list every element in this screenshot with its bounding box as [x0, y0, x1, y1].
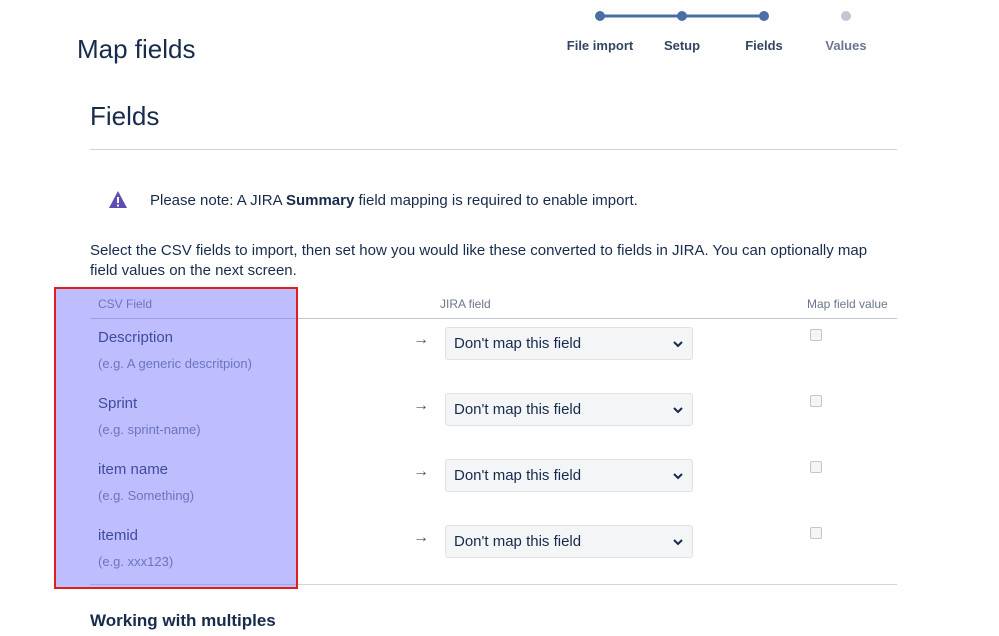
- subsection-title: Working with multiples: [90, 611, 276, 630]
- jira-field-select[interactable]: Don't map this field: [445, 393, 693, 426]
- arrow-icon: →: [413, 463, 429, 480]
- chevron-down-icon: [673, 341, 683, 348]
- step-fields: Fields: [745, 38, 783, 53]
- select-value: Don't map this field: [454, 401, 582, 418]
- step-dot-setup: [677, 11, 687, 21]
- arrow-icon: →: [413, 529, 429, 546]
- step-dot-values: [841, 11, 851, 21]
- stepper-track: [595, 11, 851, 21]
- header-jira-field: JIRA field: [440, 297, 491, 311]
- select-value: Don't map this field: [454, 467, 582, 484]
- page-title: Map fields: [77, 34, 196, 64]
- select-value: Don't map this field: [454, 533, 582, 550]
- map-field-value-checkbox[interactable]: [810, 329, 822, 341]
- header-map-field-value: Map field value: [807, 297, 888, 311]
- warning-icon: [109, 191, 127, 208]
- arrow-icon: →: [413, 331, 429, 348]
- step-dot-fields: [759, 11, 769, 21]
- step-file-import: File import: [566, 38, 634, 53]
- step-setup: Setup: [663, 38, 701, 53]
- jira-field-select[interactable]: Don't map this field: [445, 525, 693, 558]
- jira-field-select[interactable]: Don't map this field: [445, 327, 693, 360]
- chevron-down-icon: [673, 473, 683, 480]
- section-title: Fields: [90, 101, 160, 131]
- csv-field-highlight-box: [54, 287, 298, 589]
- step-dot-file-import: [595, 11, 605, 21]
- jira-field-select[interactable]: Don't map this field: [445, 459, 693, 492]
- required-note: Please note: A JIRA Summary field mappin…: [108, 190, 638, 210]
- map-field-value-checkbox[interactable]: [810, 527, 822, 539]
- progress-stepper: File import Setup Fields Values: [556, 8, 886, 78]
- arrow-icon: →: [413, 397, 429, 414]
- intro-text: Select the CSV fields to import, then se…: [90, 242, 868, 279]
- select-value: Don't map this field: [454, 335, 582, 352]
- map-field-value-checkbox[interactable]: [810, 461, 822, 473]
- step-values: Values: [825, 38, 867, 53]
- chevron-down-icon: [673, 407, 683, 414]
- note-text: Please note: A JIRA Summary field mappin…: [150, 191, 638, 209]
- chevron-down-icon: [673, 539, 683, 546]
- divider: [90, 149, 897, 150]
- map-field-value-checkbox[interactable]: [810, 395, 822, 407]
